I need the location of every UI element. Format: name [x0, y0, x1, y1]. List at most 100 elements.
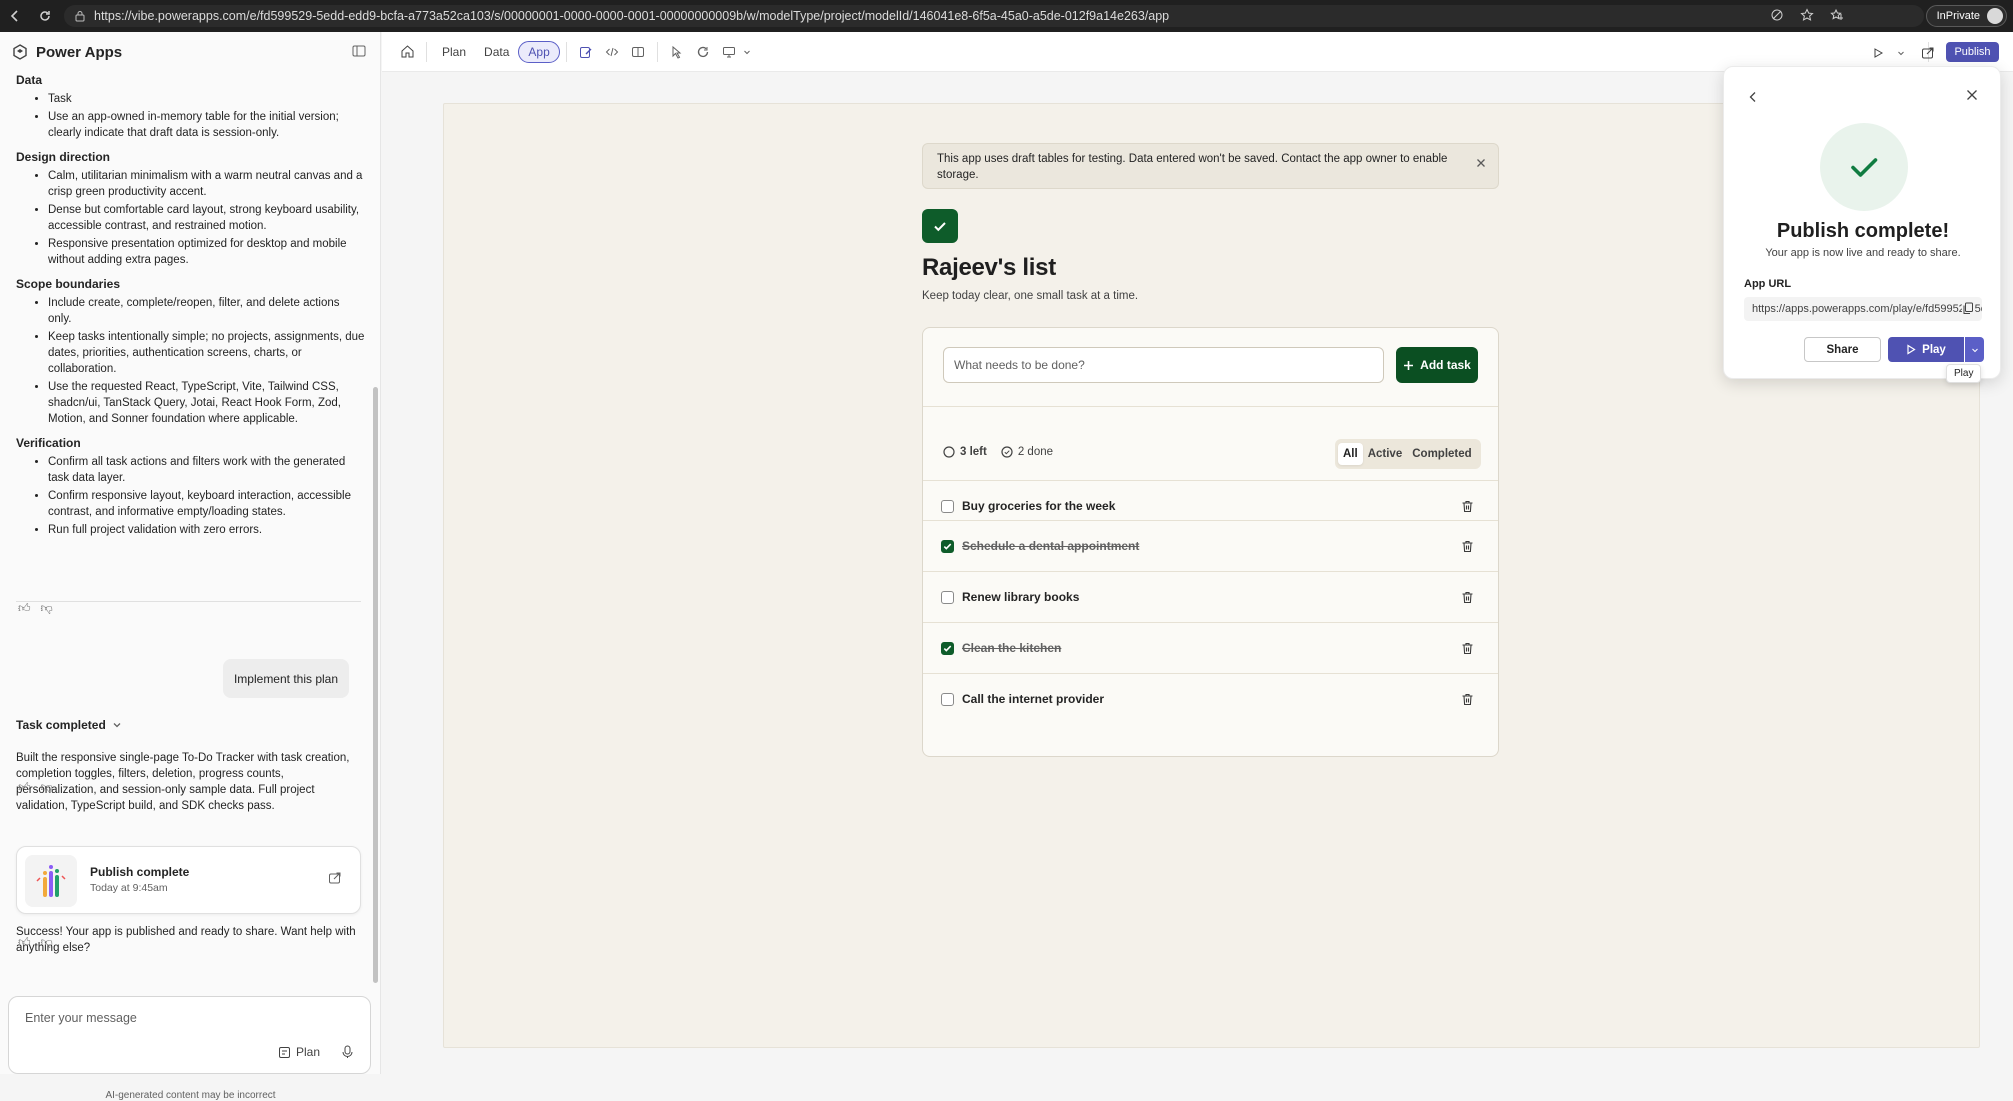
- chevron-down-icon: [1971, 348, 1978, 352]
- chevron-down-icon[interactable]: [1895, 40, 1907, 66]
- add-task-label: Add task: [1420, 358, 1471, 372]
- plan-item: Include create, complete/reopen, filter,…: [48, 295, 366, 327]
- tab-data[interactable]: Data: [475, 41, 518, 63]
- back-icon[interactable]: [0, 0, 30, 32]
- filter-segmented-control: All Active Completed: [1335, 439, 1481, 469]
- done-count: 2 done: [1001, 446, 1053, 458]
- play-icon[interactable]: [1865, 40, 1891, 66]
- microphone-icon[interactable]: [341, 1045, 354, 1059]
- select-element-icon[interactable]: [664, 39, 690, 65]
- plan-item: Responsive presentation optimized for de…: [48, 236, 366, 268]
- user-message: Implement this plan: [223, 659, 349, 698]
- collapse-panel-icon[interactable]: [352, 44, 366, 58]
- task-checkbox[interactable]: [941, 499, 954, 513]
- publish-illustration: [25, 855, 77, 907]
- filter-all[interactable]: All: [1338, 443, 1363, 465]
- device-preview-icon[interactable]: [716, 39, 742, 65]
- plan-content: Data Task Use an app-owned in-memory tab…: [16, 72, 366, 546]
- task-row: Renew library books: [923, 571, 1498, 622]
- plan-heading: Verification: [16, 436, 81, 450]
- publish-button[interactable]: Publish: [1946, 42, 1999, 62]
- plan-mode-label: Plan: [295, 1045, 320, 1059]
- message-composer: Plan: [8, 996, 371, 1074]
- task-checkbox[interactable]: [941, 692, 954, 706]
- refresh-preview-icon[interactable]: [690, 39, 716, 65]
- favorite-star-icon[interactable]: [1800, 8, 1814, 22]
- publish-card[interactable]: Publish complete Today at 9:45am: [16, 846, 361, 914]
- filter-completed[interactable]: Completed: [1407, 443, 1476, 465]
- thumbs-up-icon[interactable]: 👍︎: [18, 935, 31, 950]
- site-info-icon[interactable]: [74, 10, 86, 22]
- share-icon[interactable]: [328, 871, 342, 885]
- divider: [16, 601, 361, 602]
- inprivate-badge[interactable]: InPrivate: [1925, 5, 2007, 27]
- plan-mode-button[interactable]: Plan: [278, 1045, 320, 1059]
- task-row: Schedule a dental appointment: [923, 520, 1498, 571]
- play-button[interactable]: Play: [1888, 337, 1964, 362]
- divider: [426, 41, 427, 62]
- done-count-label: 2 done: [1017, 446, 1054, 458]
- refresh-icon[interactable]: [30, 0, 60, 32]
- divider: [565, 41, 567, 62]
- play-icon: [1907, 344, 1916, 355]
- code-icon[interactable]: [599, 39, 625, 65]
- task-checkbox[interactable]: [941, 590, 954, 604]
- trash-icon[interactable]: [1461, 540, 1474, 553]
- thumbs-down-icon[interactable]: 👎︎: [41, 601, 53, 616]
- home-icon[interactable]: [394, 39, 420, 65]
- close-icon[interactable]: [1966, 89, 1978, 101]
- plan-item: Use the requested React, TypeScript, Vit…: [48, 379, 366, 427]
- thumbs-up-icon[interactable]: 👍︎: [18, 601, 31, 616]
- task-text: Clean the kitchen: [962, 641, 1062, 655]
- plan-item: Use an app-owned in-memory table for the…: [48, 109, 366, 141]
- add-task-button[interactable]: Add task: [1396, 347, 1478, 383]
- trash-icon[interactable]: [1461, 693, 1474, 706]
- filter-active[interactable]: Active: [1363, 443, 1408, 465]
- app-url-text: https://apps.powerapps.com/play/e/fd5995…: [1752, 303, 1982, 315]
- divider: [656, 41, 658, 62]
- task-text: Call the internet provider: [962, 692, 1105, 706]
- app-url-label: App URL: [1744, 278, 1792, 290]
- publish-title: Publish complete!: [1776, 220, 1950, 242]
- thumbs-down-icon[interactable]: 👎︎: [41, 935, 53, 950]
- browser-bar: https://vibe.powerapps.com/e/fd599529-5e…: [0, 0, 2013, 32]
- task-status-toggle[interactable]: Task completed: [16, 718, 122, 732]
- divider: [923, 406, 1498, 407]
- trash-icon[interactable]: [1461, 500, 1474, 513]
- trash-icon[interactable]: [1461, 642, 1474, 655]
- plus-icon: [1404, 360, 1414, 370]
- thumbs-down-icon[interactable]: 👎︎: [41, 780, 53, 795]
- assistant-success: Success! Your app is published and ready…: [16, 926, 356, 954]
- task-row: Clean the kitchen: [923, 622, 1498, 673]
- feedback-row: 👍︎ 👎︎: [18, 601, 53, 616]
- share-button[interactable]: Share: [1804, 337, 1881, 362]
- app-url-field[interactable]: https://apps.powerapps.com/play/e/fd5995…: [1744, 297, 1982, 321]
- address-bar[interactable]: https://vibe.powerapps.com/e/fd599529-5e…: [64, 5, 1924, 27]
- ai-disclaimer: AI-generated content may be incorrect: [105, 1090, 276, 1101]
- tab-app[interactable]: App: [518, 40, 560, 63]
- inprivate-label: InPrivate: [1936, 10, 1980, 22]
- tab-plan[interactable]: Plan: [433, 41, 475, 63]
- play-options-button[interactable]: [1965, 337, 1984, 362]
- tracking-icon[interactable]: [1770, 8, 1784, 22]
- copy-icon[interactable]: [1962, 302, 1974, 315]
- share-icon[interactable]: [1915, 40, 1941, 66]
- plan-item: Confirm responsive layout, keyboard inte…: [48, 488, 366, 520]
- chevron-down-icon[interactable]: [742, 39, 752, 65]
- plan-icon: [278, 1046, 290, 1058]
- trash-icon[interactable]: [1461, 591, 1474, 604]
- favorites-icon[interactable]: [1830, 8, 1844, 22]
- task-checkbox[interactable]: [941, 539, 954, 553]
- edit-icon[interactable]: [573, 39, 599, 65]
- split-view-icon[interactable]: [625, 39, 651, 65]
- feedback-row: 👍︎ 👎︎: [18, 780, 53, 795]
- url-text: https://vibe.powerapps.com/e/fd599529-5e…: [94, 9, 1170, 23]
- task-checkbox[interactable]: [941, 641, 954, 655]
- close-icon[interactable]: [1476, 158, 1486, 168]
- publish-card-title: Publish complete: [90, 865, 190, 879]
- thumbs-up-icon[interactable]: 👍︎: [18, 780, 31, 795]
- new-task-input[interactable]: [943, 347, 1384, 383]
- back-icon[interactable]: [1748, 91, 1758, 103]
- chat-scrollbar[interactable]: [373, 387, 378, 983]
- message-input[interactable]: [25, 1011, 325, 1025]
